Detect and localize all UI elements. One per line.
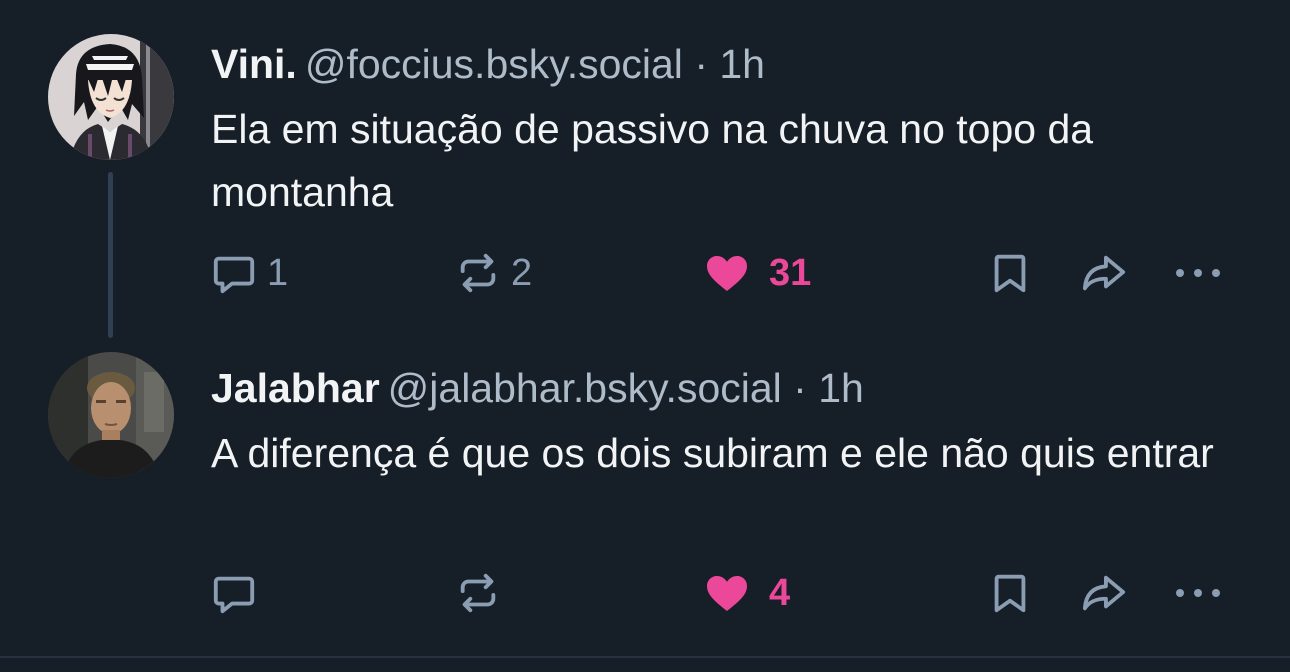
anime-avatar-icon (48, 34, 174, 160)
avatar[interactable] (48, 34, 174, 160)
repost-icon (460, 573, 496, 613)
post-content: Vini. @foccius.bsky.social · 1h Ela em si… (211, 38, 1250, 224)
post-content: Jalabhar @jalabhar.bsky.social · 1h A dif… (211, 362, 1250, 485)
like-button[interactable]: 31 (703, 245, 811, 301)
post-actions: 4 (211, 565, 1230, 621)
meta-separator: · (781, 365, 819, 411)
author-handle[interactable]: @jalabhar.bsky.social (388, 365, 782, 411)
avatar[interactable] (48, 352, 174, 478)
meta-separator: · (682, 41, 720, 87)
photo-avatar-icon (48, 352, 174, 478)
share-button[interactable] (1079, 245, 1129, 301)
reply-button[interactable]: 1 (211, 245, 288, 301)
bookmark-button[interactable] (987, 245, 1033, 301)
share-arrow-icon (1082, 575, 1126, 611)
repost-button[interactable]: 2 (455, 245, 532, 301)
more-options-button[interactable] (1173, 245, 1223, 301)
like-count: 4 (769, 571, 791, 614)
ellipsis-icon (1176, 269, 1220, 277)
ellipsis-icon (1176, 589, 1220, 597)
post-actions: 1 2 31 (211, 245, 1230, 301)
post-text: Ela em situação de passivo na chuva no t… (211, 106, 1094, 215)
reply-icon (213, 576, 255, 614)
like-button[interactable]: 4 (703, 565, 790, 621)
post-time[interactable]: 1h (719, 41, 765, 87)
share-arrow-icon (1082, 255, 1126, 291)
like-count: 31 (769, 251, 812, 294)
reply-count: 1 (267, 251, 289, 294)
feed-divider (0, 656, 1290, 658)
bookmark-icon (994, 574, 1026, 613)
post-text: A diferença é que os dois subiram e ele … (211, 430, 1214, 476)
repost-button[interactable] (455, 565, 511, 621)
bookmark-button[interactable] (987, 565, 1033, 621)
thread-line (108, 172, 113, 338)
post-meta: Jalabhar @jalabhar.bsky.social · 1h (211, 362, 1250, 414)
more-options-button[interactable] (1173, 565, 1223, 621)
author-name[interactable]: Jalabhar (211, 365, 380, 411)
author-name[interactable]: Vini. (211, 41, 297, 87)
author-handle[interactable]: @foccius.bsky.social (305, 41, 683, 87)
post-meta: Vini. @foccius.bsky.social · 1h (211, 38, 1250, 90)
heart-filled-icon (707, 256, 747, 291)
reply-button[interactable] (211, 565, 267, 621)
post[interactable]: Jalabhar @jalabhar.bsky.social · 1h A dif… (0, 338, 1290, 658)
reply-icon (213, 256, 255, 294)
share-button[interactable] (1079, 565, 1129, 621)
heart-filled-icon (707, 576, 747, 611)
repost-icon (460, 253, 496, 293)
post-time[interactable]: 1h (818, 365, 864, 411)
post[interactable]: Vini. @foccius.bsky.social · 1h Ela em si… (0, 0, 1290, 338)
bookmark-icon (994, 254, 1026, 293)
repost-count: 2 (511, 251, 533, 294)
